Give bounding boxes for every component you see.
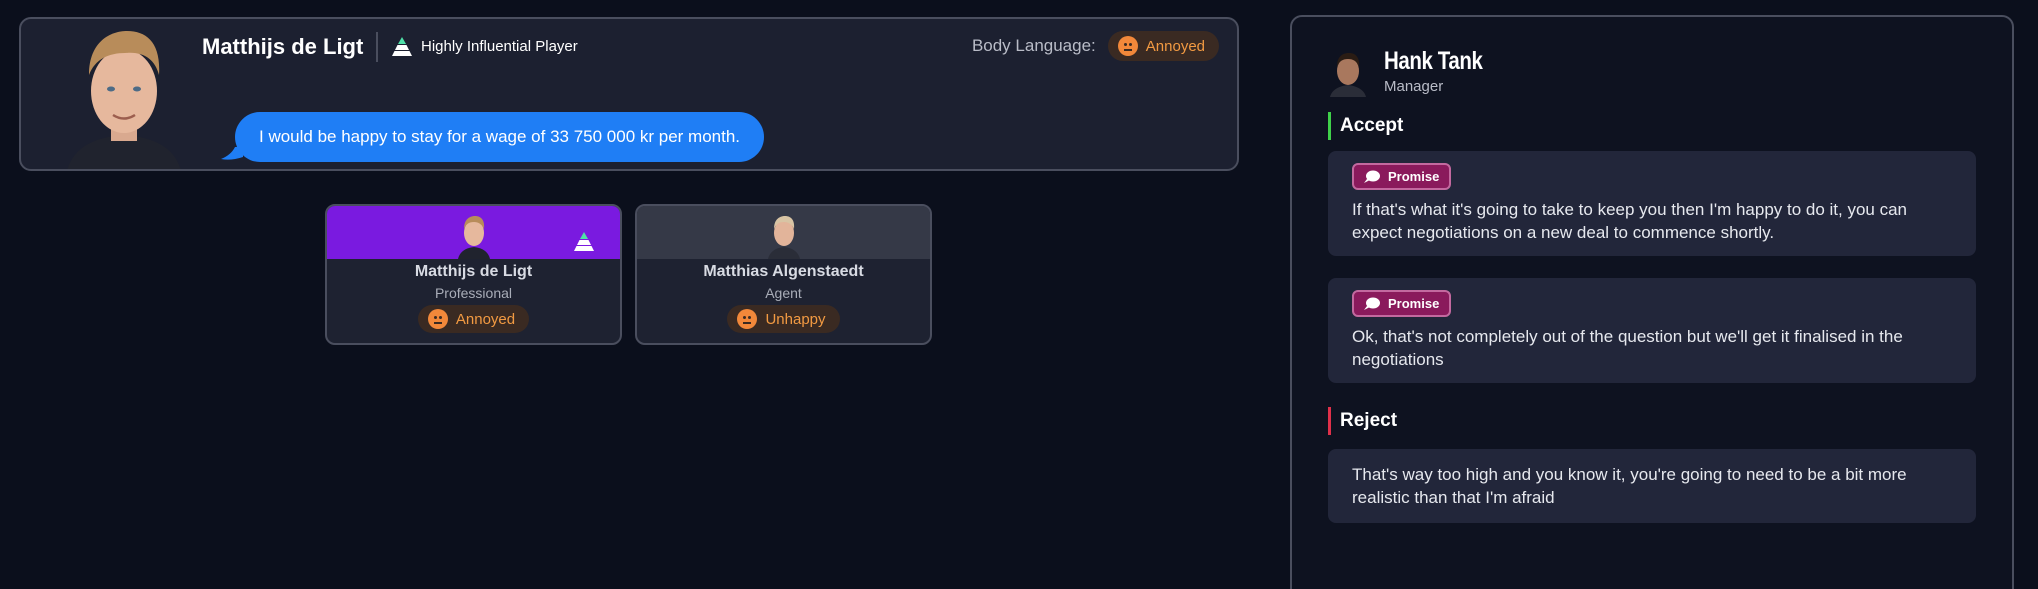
agent-avatar — [767, 216, 800, 259]
option-text: If that's what it's going to take to kee… — [1352, 200, 1908, 242]
participant-mood: Unhappy — [765, 310, 826, 328]
player-name: Matthijs de Ligt — [202, 34, 364, 59]
promise-tag: Promise — [1352, 163, 1452, 190]
reject-marker — [1328, 407, 1331, 435]
body-language-value: Annoyed — [1145, 37, 1205, 55]
reject-heading-label: Reject — [1340, 410, 1398, 431]
speech-bubble-icon — [1364, 170, 1380, 183]
promise-tag-label: Promise — [1388, 169, 1440, 184]
participant-card-header — [327, 206, 620, 259]
participant-card-header — [637, 206, 930, 259]
player-speech-bubble: I would be happy to stay for a wage of 3… — [235, 112, 765, 162]
participant-role: Agent — [765, 285, 802, 301]
name-divider — [376, 32, 378, 62]
body-language-badge: Annoyed — [1107, 31, 1219, 61]
player-panel: Matthijs de Ligt Highly Influential Play… — [19, 17, 1239, 171]
response-options-panel: Hank Tank Manager Accept Promise If that… — [1290, 15, 2014, 589]
influence-status: Highly Influential Player — [391, 35, 578, 57]
player-photo — [59, 19, 189, 169]
accept-option-1[interactable]: Promise If that's what it's going to tak… — [1328, 151, 1976, 256]
unhappy-face-icon — [737, 309, 758, 329]
body-language: Body Language: Annoyed — [972, 31, 1219, 61]
participant-name: Matthias Algenstaedt — [703, 263, 864, 280]
reject-option-1[interactable]: That's way too high and you know it, you… — [1328, 449, 1976, 523]
body-language-label: Body Language: — [971, 36, 1096, 55]
participant-role: Professional — [434, 285, 513, 301]
manager-avatar — [1330, 53, 1366, 97]
accept-option-2[interactable]: Promise Ok, that's not completely out of… — [1328, 278, 1976, 383]
accept-heading: Accept — [1328, 112, 1403, 140]
participant-mood-badge: Unhappy — [727, 305, 840, 333]
promise-tag-label: Promise — [1388, 296, 1440, 311]
option-text: Ok, that's not completely out of the que… — [1352, 327, 1903, 369]
annoyed-face-icon — [1117, 36, 1138, 56]
promise-tag: Promise — [1352, 290, 1452, 317]
option-text: That's way too high and you know it, you… — [1352, 465, 1907, 507]
accept-marker — [1328, 112, 1331, 140]
influence-label: Highly Influential Player — [421, 37, 578, 55]
participant-card-agent[interactable]: Matthias Algenstaedt Agent Unhappy — [635, 204, 932, 345]
pyramid-icon — [574, 232, 594, 251]
player-avatar — [457, 216, 490, 259]
manager-role: Manager — [1384, 78, 1444, 95]
manager-name: Hank Tank — [1384, 47, 1483, 75]
participant-card-player[interactable]: Matthijs de Ligt Professional Annoyed — [325, 204, 622, 345]
reject-heading: Reject — [1328, 407, 1397, 435]
participant-mood: Annoyed — [455, 310, 516, 328]
participant-mood-badge: Annoyed — [417, 305, 530, 333]
accept-heading-label: Accept — [1340, 115, 1404, 136]
annoyed-face-icon — [427, 309, 448, 329]
speech-bubble-icon — [1364, 297, 1380, 310]
participant-name: Matthijs de Ligt — [414, 263, 533, 280]
pyramid-icon — [392, 37, 412, 56]
